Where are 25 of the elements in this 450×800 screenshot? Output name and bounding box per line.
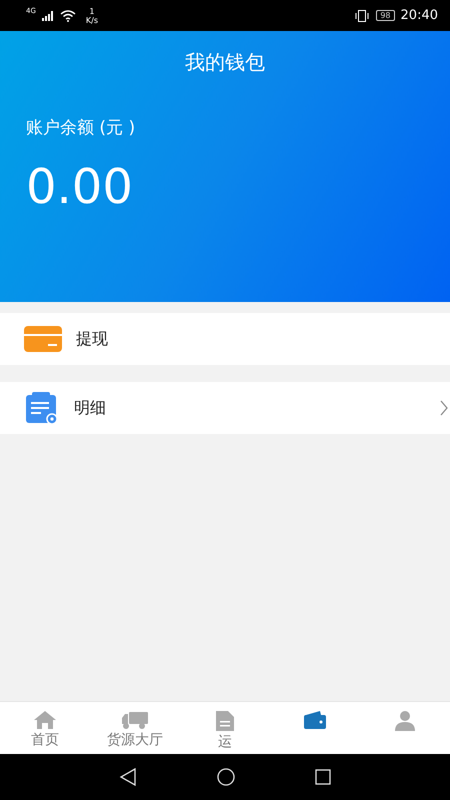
card-icon	[24, 326, 62, 352]
vibrate-icon	[354, 10, 370, 22]
home-icon	[33, 710, 57, 730]
wifi-icon	[60, 10, 76, 22]
battery-level: 98	[376, 10, 395, 21]
signal-icon	[42, 10, 54, 20]
tab[interactable]: 首页	[0, 702, 90, 754]
page-title: 我的钱包	[184, 49, 266, 76]
back-icon[interactable]	[119, 768, 137, 786]
clock: 20:40	[400, 8, 438, 23]
balance-amount: 0.00	[26, 159, 134, 215]
speed-value: 1	[89, 6, 94, 16]
truck-icon	[121, 710, 149, 730]
menu-item[interactable]: 明细	[0, 382, 450, 434]
tab[interactable]: 货源大厅	[90, 702, 180, 754]
menu-item[interactable]: 提现	[0, 313, 450, 365]
document-icon	[215, 710, 235, 732]
wallet-icon	[303, 710, 327, 730]
chevron-icon	[440, 400, 448, 416]
tab[interactable]: 运	[180, 702, 270, 754]
recents-icon[interactable]	[315, 769, 331, 785]
home-icon[interactable]	[217, 768, 235, 786]
person-icon	[394, 710, 416, 732]
balance-label: 账户余额 (元 )	[26, 117, 136, 139]
speed-unit: K/s	[86, 16, 98, 24]
